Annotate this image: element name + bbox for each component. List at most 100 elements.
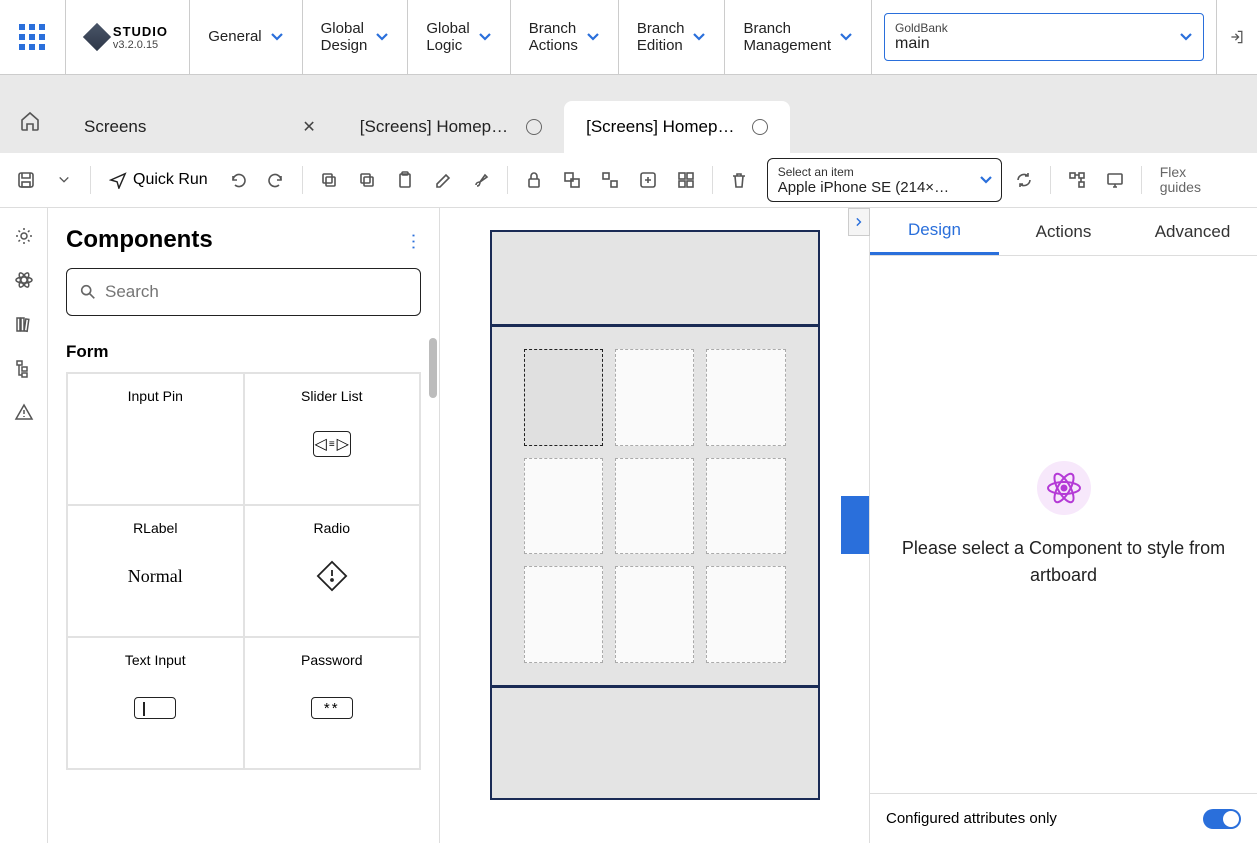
undo-button[interactable] — [222, 164, 254, 196]
home-button[interactable] — [10, 101, 50, 141]
rail-tree-button[interactable] — [10, 354, 38, 382]
atom-placeholder-icon — [1037, 461, 1091, 515]
monitor-view-button[interactable] — [1099, 164, 1131, 196]
unsaved-indicator-icon — [526, 119, 542, 135]
quick-run-button[interactable]: Quick Run — [101, 171, 216, 189]
unsaved-indicator-icon — [752, 119, 768, 135]
menu-branch-management[interactable]: Branch Management — [725, 0, 872, 74]
artboard-tile[interactable] — [524, 458, 603, 555]
component-radio[interactable]: Radio — [244, 505, 421, 637]
component-label: Slider List — [301, 388, 362, 404]
toolbar: Quick Run Select an item Apple iPhone SE… — [0, 153, 1257, 208]
tab-design[interactable]: Design — [870, 208, 999, 255]
component-rlabel[interactable]: RLabel Normal — [67, 505, 244, 637]
right-panel-tabs: Design Actions Advanced — [870, 208, 1257, 256]
brush-button[interactable] — [465, 164, 497, 196]
flex-guides-toggle[interactable]: Flex guides — [1160, 165, 1201, 196]
add-button[interactable] — [632, 164, 664, 196]
branch-dropdown[interactable]: GoldBank main — [884, 13, 1204, 61]
chevron-down-icon — [692, 30, 706, 44]
apps-grid-icon — [19, 24, 45, 50]
rail-atoms-button[interactable] — [10, 266, 38, 294]
layout-button[interactable] — [670, 164, 702, 196]
chevron-down-icon — [478, 30, 492, 44]
artboard-tile[interactable] — [615, 566, 694, 663]
books-icon — [14, 314, 34, 334]
menu-global-logic[interactable]: Global Logic — [408, 0, 510, 74]
ungroup-button[interactable] — [594, 164, 626, 196]
group-button[interactable] — [556, 164, 588, 196]
device-dropdown[interactable]: Select an item Apple iPhone SE (214×… — [767, 158, 1002, 202]
apps-launcher-button[interactable] — [0, 0, 66, 74]
component-input-pin[interactable]: Input Pin — [67, 373, 244, 505]
edit-button[interactable] — [427, 164, 459, 196]
save-dropdown-button[interactable] — [48, 164, 80, 196]
device-frame[interactable] — [490, 230, 820, 800]
rail-warnings-button[interactable] — [10, 398, 38, 426]
chevron-down-icon — [979, 173, 993, 187]
device-select-value: Apple iPhone SE (214×… — [778, 179, 991, 196]
component-text-input[interactable]: Text Input — [67, 637, 244, 769]
section-title-form: Form — [66, 342, 421, 362]
warning-icon — [14, 402, 34, 422]
atom-icon — [14, 270, 34, 290]
tab-homepage-1[interactable]: [Screens] Homep… — [338, 101, 564, 153]
tab-screens[interactable]: Screens ✕ — [62, 101, 338, 153]
tab-label: [Screens] Homep… — [360, 117, 508, 137]
chevron-down-icon — [270, 30, 284, 44]
refresh-button[interactable] — [1008, 164, 1040, 196]
component-label: Radio — [313, 520, 350, 536]
scrollbar-thumb[interactable] — [429, 338, 437, 398]
empty-state-message: Please select a Component to style from … — [890, 535, 1237, 587]
paste-button[interactable] — [389, 164, 421, 196]
artboard-tile[interactable] — [706, 349, 785, 446]
save-button[interactable] — [10, 164, 42, 196]
tab-label: [Screens] Homep… — [586, 117, 734, 137]
configured-attributes-toggle[interactable] — [1203, 809, 1241, 829]
artboard-grid — [524, 349, 786, 663]
component-label: Password — [301, 652, 362, 668]
artboard-footer[interactable] — [492, 688, 818, 798]
branch-select-label: GoldBank — [895, 21, 1193, 35]
rail-settings-button[interactable] — [10, 222, 38, 250]
artboard-tile[interactable] — [615, 458, 694, 555]
tab-advanced[interactable]: Advanced — [1128, 208, 1257, 255]
send-icon — [109, 171, 127, 189]
radio-icon — [310, 554, 354, 598]
chevron-down-icon — [375, 30, 389, 44]
artboard-tile[interactable] — [706, 566, 785, 663]
menu-branch-actions[interactable]: Branch Actions — [511, 0, 619, 74]
menu-branch-edition[interactable]: Branch Edition — [619, 0, 726, 74]
tree-view-button[interactable] — [1061, 164, 1093, 196]
redo-button[interactable] — [260, 164, 292, 196]
login-button[interactable] — [1217, 0, 1257, 74]
component-slider-list[interactable]: Slider List ◁≡▷ — [244, 373, 421, 505]
chevron-down-icon — [839, 30, 853, 44]
workspace: Components ⋯ Form Input Pin Slider List … — [0, 208, 1257, 843]
more-options-button[interactable]: ⋯ — [403, 232, 424, 248]
copy-button[interactable] — [313, 164, 345, 196]
close-icon[interactable]: ✕ — [302, 117, 315, 137]
artboard-header[interactable] — [492, 232, 818, 327]
component-password[interactable]: Password ** — [244, 637, 421, 769]
cut-button[interactable] — [351, 164, 383, 196]
lock-button[interactable] — [518, 164, 550, 196]
artboard-tile[interactable] — [615, 349, 694, 446]
side-handle[interactable] — [841, 496, 869, 554]
rail-library-button[interactable] — [10, 310, 38, 338]
artboard-tile[interactable] — [706, 458, 785, 555]
artboard-body[interactable] — [492, 327, 818, 688]
collapse-right-panel-button[interactable] — [848, 208, 870, 236]
menu-general[interactable]: General — [190, 0, 302, 74]
artboard-tile[interactable] — [524, 349, 603, 446]
components-search[interactable] — [66, 268, 421, 316]
tab-actions[interactable]: Actions — [999, 208, 1128, 255]
search-input[interactable] — [105, 282, 408, 302]
artboard-tile[interactable] — [524, 566, 603, 663]
tab-homepage-2[interactable]: [Screens] Homep… — [564, 101, 790, 153]
menu-global-design[interactable]: Global Design — [303, 0, 409, 74]
delete-button[interactable] — [723, 164, 755, 196]
menu-label: General — [208, 28, 261, 45]
chevron-down-icon — [586, 30, 600, 44]
right-panel-footer: Configured attributes only — [870, 793, 1257, 843]
